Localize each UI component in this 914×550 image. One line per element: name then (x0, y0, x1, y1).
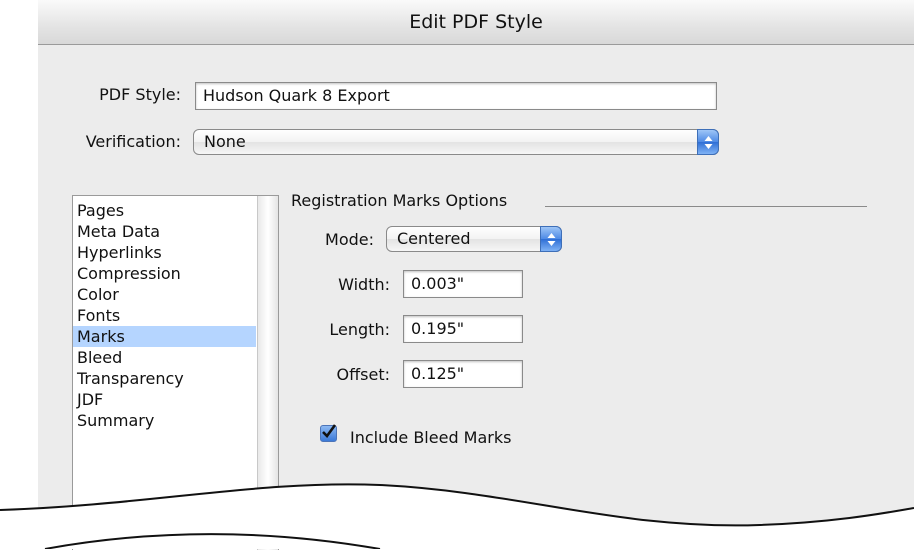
page-break-tear (0, 483, 914, 549)
